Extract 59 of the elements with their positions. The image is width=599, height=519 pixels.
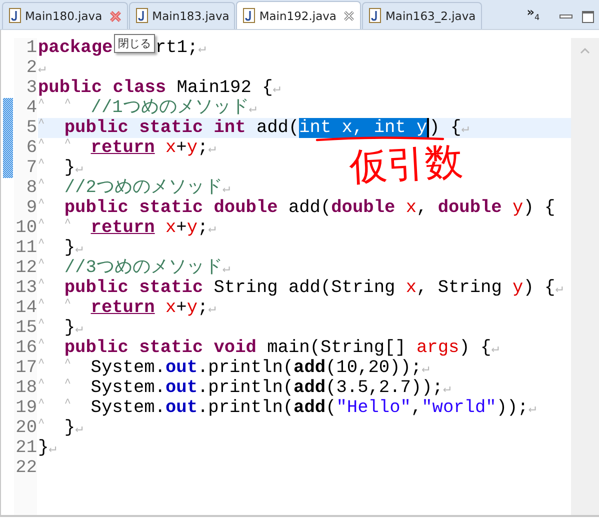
code-line: ^ }↵ [38,418,83,438]
code-line: ^ public static double add(double x, double y) { [38,198,556,218]
code-line: ↵ [38,60,46,78]
line-number: 10 [14,218,37,238]
line-number: 1 [25,38,37,58]
code-line: ^ //2つめのメソッド↵ [38,178,230,198]
line-end-mark: ↵ [198,40,206,58]
scrollbar[interactable] [571,38,599,515]
tooltip: 閉じる [114,34,155,53]
close-icon[interactable] [109,10,122,22]
line-number: 17 [14,358,37,378]
line-number: 20 [14,418,37,438]
close-icon[interactable] [343,10,356,22]
editor-tab[interactable]: Main183.java [129,2,236,29]
line-number: 4 [25,98,37,118]
code-text: rt1; [155,38,198,58]
code-line: ^ ^ return x+y;↵ [38,298,216,318]
java-file-icon [242,8,256,24]
java-file-icon [135,8,150,24]
code-line: ^ }↵ [38,318,83,338]
code-line: ^ ^ return x+y;↵ [38,218,216,238]
line-number: 21 [14,438,37,458]
code-text: package [38,38,113,58]
line-number: 5 [25,118,37,138]
code-line: }↵ [38,438,56,458]
code-line: ^ public static int add(int x, int y) {↵ [38,118,470,138]
line-number: 6 [25,138,37,158]
line-number: 11 [14,238,37,258]
line-number: 15 [14,318,37,338]
line-number: 8 [25,178,37,198]
code-line: ^ //3つめのメソッド↵ [38,258,230,278]
code-line: public class Main192 {↵ [38,78,281,98]
code-line: ^ ^ System.out.println(add(3.5,2.7));↵ [38,378,451,398]
line-number: 9 [25,198,37,218]
line-number: 14 [14,298,37,318]
editor-tab[interactable]: Main180.java [2,2,128,29]
maximize-icon [581,10,595,24]
line-number: 18 [14,378,37,398]
code-line: ^ }↵ [38,158,83,178]
code-line: ^ ^ System.out.println(add("Hello","world"));↵ [38,398,536,418]
line-number: 7 [25,158,37,178]
code-line: ^ ^ //1つめのメソッド↵ [38,98,257,118]
line-number: 16 [14,338,37,358]
line-number: 13 [14,278,37,298]
java-file-icon [8,8,22,24]
line-number: 22 [14,458,37,478]
line-number: 2 [25,58,37,78]
java-file-icon [368,8,382,24]
handwritten-note: 仮引数 [348,139,464,189]
line-number: 12 [14,258,37,278]
line-number: 19 [14,398,37,418]
code-line: ^ ^ System.out.println(add(10,20));↵ [38,358,430,378]
editor-tab[interactable]: Main192.java [236,1,362,29]
code-line: ^ }↵ [38,238,83,258]
code-line: ^ ^ return x+y;↵ [38,138,216,158]
code-line: ^ public static String add(String x, String y) {↵ [38,278,564,298]
line-number: 3 [25,78,37,98]
code-line: ^ public static void main(String[] args) {↵ [38,338,500,358]
editor-tab[interactable]: Main163_2.java [362,2,482,29]
